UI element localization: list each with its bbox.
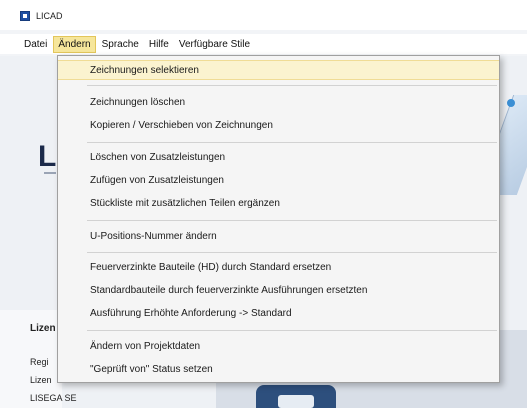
menu-item-zeichnungen-loeschen[interactable]: Zeichnungen löschen (58, 93, 499, 113)
menu-item-standardbauteile-ersetzen[interactable]: Standardbauteile durch feuerverzinkte Au… (58, 281, 499, 301)
menu-item-geprueft-status[interactable]: "Geprüft von" Status setzen (58, 360, 499, 380)
license-line-2: Lizen (30, 375, 52, 385)
window-title: LICAD (36, 11, 63, 21)
menu-hilfe[interactable]: Hilfe (145, 37, 173, 52)
license-line-1: Regi (30, 357, 49, 367)
menu-separator (87, 220, 497, 221)
menu-item-zeichnungen-selektieren[interactable]: Zeichnungen selektieren (58, 60, 499, 80)
menu-verfuegbare-stile[interactable]: Verfügbare Stile (175, 37, 254, 52)
menu-aendern[interactable]: Ändern (53, 35, 96, 53)
menu-separator (87, 252, 497, 253)
menu-item-ausfuehrung-standard[interactable]: Ausführung Erhöhte Anforderung -> Standa… (58, 304, 499, 324)
logo: L (38, 140, 57, 173)
menu-datei[interactable]: Datei (20, 37, 51, 52)
license-line-3: LISEGA SE (30, 393, 77, 403)
panel-button[interactable] (256, 385, 336, 408)
logo-underline (44, 172, 56, 174)
menu-item-feuerverzinkte-ersetzen[interactable]: Feuerverzinkte Bauteile (HD) durch Stand… (58, 258, 499, 278)
menu-separator (87, 142, 497, 143)
menu-separator (87, 85, 497, 86)
title-bar: LICAD (0, 0, 527, 30)
menu-bar: Datei Ändern Sprache Hilfe Verfügbare St… (0, 34, 527, 54)
aendern-dropdown-menu: Zeichnungen selektieren Zeichnungen lösc… (57, 55, 500, 383)
menu-item-kopieren-verschieben[interactable]: Kopieren / Verschieben von Zeichnungen (58, 116, 499, 136)
menu-item-loeschen-zusatzleistungen[interactable]: Löschen von Zusatzleistungen (58, 148, 499, 168)
menu-item-stueckliste-ergaenzen[interactable]: Stückliste mit zusätzlichen Teilen ergän… (58, 194, 499, 214)
decorative-dot (507, 99, 515, 107)
menu-separator (87, 330, 497, 331)
menu-item-projektdaten-aendern[interactable]: Ändern von Projektdaten (58, 337, 499, 357)
license-heading: Lizen (30, 323, 56, 334)
menu-item-u-positions-nummer[interactable]: U-Positions-Nummer ändern (58, 227, 499, 247)
licad-app-icon (20, 11, 30, 21)
menu-item-zufuegen-zusatzleistungen[interactable]: Zufügen von Zusatzleistungen (58, 171, 499, 191)
menu-sprache[interactable]: Sprache (98, 37, 143, 52)
